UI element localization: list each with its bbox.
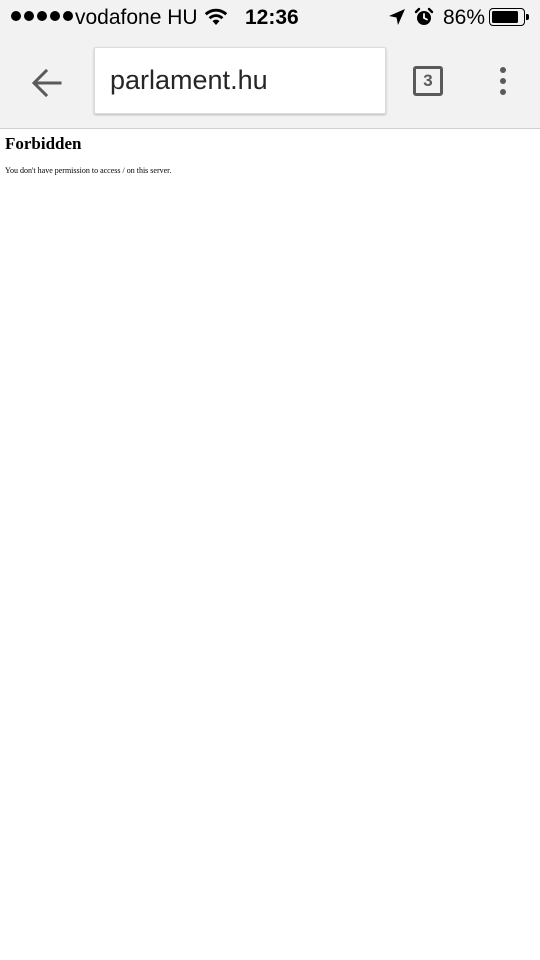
error-message: You don't have permission to access / on… [5,166,172,175]
alarm-clock-icon [414,7,434,25]
page-title: Forbidden [5,134,82,153]
status-time: 12:36 [245,6,299,29]
back-button[interactable] [24,60,70,106]
browser-toolbar: parlament.hu 3 [0,36,540,129]
address-bar[interactable]: parlament.hu [94,47,386,114]
tab-switcher-button[interactable]: 3 [413,66,443,96]
status-bar: vodafone HU 12:36 86% [0,0,540,36]
url-text: parlament.hu [110,65,268,95]
tab-count: 3 [423,71,433,90]
arrow-left-icon [32,69,62,97]
battery-level-fill [492,11,518,23]
wifi-icon [204,8,228,25]
more-vertical-icon[interactable] [490,60,516,102]
location-arrow-icon [389,9,405,25]
signal-strength-icon [11,11,73,21]
battery-icon [489,8,531,28]
carrier-name: vodafone HU [75,6,198,29]
battery-percentage: 86% [443,6,486,29]
